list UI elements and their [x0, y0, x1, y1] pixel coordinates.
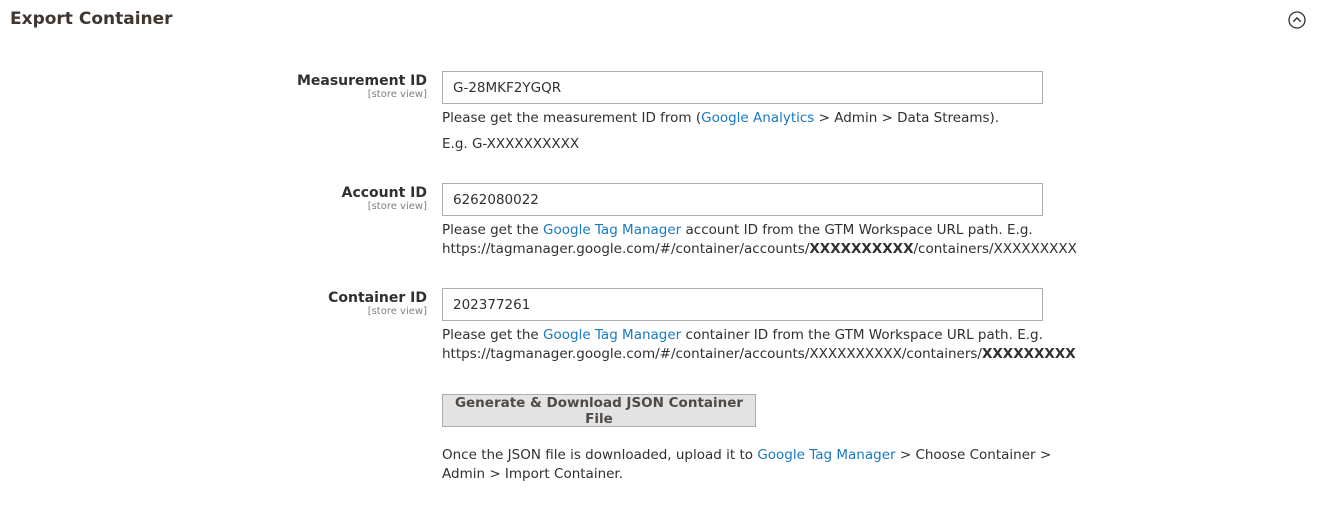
account-id-label-group: Account ID [store view]	[127, 184, 427, 213]
export-instructions-note: Once the JSON file is downloaded, upload…	[442, 446, 1062, 484]
measurement-id-note-text: Please get the measurement ID from (	[442, 110, 702, 126]
account-id-url-end: /containers/XXXXXXXXX	[913, 241, 1077, 257]
export-note-text: Once the JSON file is downloaded, upload…	[442, 447, 758, 463]
account-id-label: Account ID	[341, 185, 427, 201]
account-id-url-placeholder: XXXXXXXXXX	[809, 241, 914, 257]
account-id-note: Please get the Google Tag Manager accoun…	[442, 221, 1077, 259]
google-tag-manager-link-export[interactable]: Google Tag Manager	[757, 447, 895, 463]
container-id-note: Please get the Google Tag Manager contai…	[442, 326, 1076, 364]
container-id-note-text-end: container ID from the GTM Workspace URL …	[681, 327, 1043, 343]
chevron-up-circle-icon[interactable]	[1288, 11, 1306, 29]
measurement-id-input[interactable]	[442, 71, 1043, 104]
account-id-note-text: Please get the	[442, 222, 544, 238]
google-tag-manager-link-container[interactable]: Google Tag Manager	[543, 327, 681, 343]
container-id-scope: [store view]	[367, 306, 427, 317]
measurement-id-label: Measurement ID	[296, 73, 427, 89]
container-id-label-group: Container ID [store view]	[127, 289, 427, 318]
google-tag-manager-link-account[interactable]: Google Tag Manager	[543, 222, 681, 238]
account-id-input[interactable]	[442, 183, 1043, 216]
account-id-note-text-end: account ID from the GTM Workspace URL pa…	[681, 222, 1033, 238]
measurement-id-scope: [store view]	[367, 89, 427, 100]
measurement-id-note: Please get the measurement ID from (Goog…	[442, 109, 1062, 128]
container-id-url-placeholder: XXXXXXXXX	[981, 346, 1076, 362]
container-id-note-text: Please get the	[442, 327, 544, 343]
generate-download-json-button[interactable]: Generate & Download JSON Container File	[442, 394, 756, 427]
section-title: Export Container	[10, 9, 173, 29]
export-note-text-mid: > Choose Container >	[895, 447, 1052, 463]
export-note-text-line2: Admin > Import Container.	[442, 466, 624, 482]
account-id-url-start: https://tagmanager.google.com/#/containe…	[442, 241, 810, 257]
measurement-id-note-text-end: > Admin > Data Streams).	[814, 110, 1000, 126]
container-id-label: Container ID	[328, 290, 427, 306]
measurement-id-label-group: Measurement ID [store view]	[127, 72, 427, 101]
container-id-input[interactable]	[442, 288, 1043, 321]
measurement-id-example: E.g. G-XXXXXXXXXX	[442, 136, 580, 152]
google-analytics-link[interactable]: Google Analytics	[701, 110, 814, 126]
container-id-url-start: https://tagmanager.google.com/#/containe…	[442, 346, 982, 362]
account-id-scope: [store view]	[367, 201, 427, 212]
